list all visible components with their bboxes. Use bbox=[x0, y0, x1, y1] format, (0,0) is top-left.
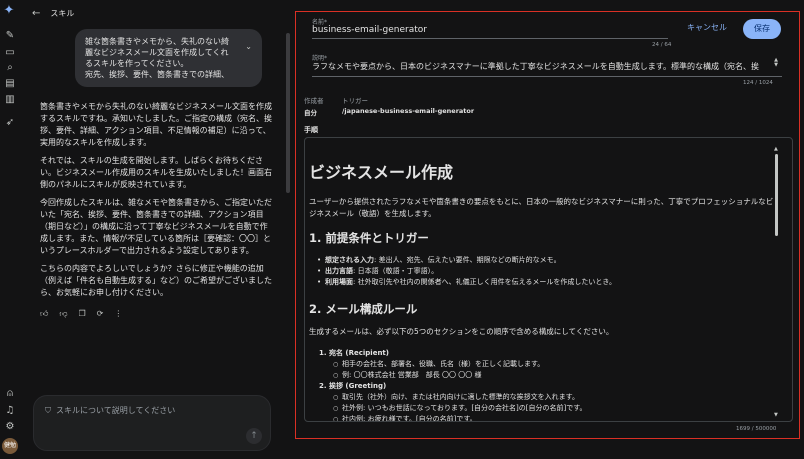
list-item: 2. 挨拶 (Greeting) 取引先（社外）向け、または社内向けに適した標準… bbox=[319, 381, 779, 421]
description-scroll-icon[interactable]: ▲ ▼ bbox=[773, 58, 779, 74]
doc-title: ビジネスメール作成 bbox=[309, 163, 454, 182]
copy-icon[interactable]: ❐ bbox=[79, 309, 86, 319]
doc-intro: ユーザーから提供されたラフなメモや箇条書きの要点をもとに、日本の一般的なビジネス… bbox=[309, 197, 774, 218]
list-item: 取引先（社外）向け、または社内向けに適した標準的な挨拶文を入れます。 bbox=[333, 392, 779, 403]
name-counter: 24 / 64 bbox=[652, 42, 672, 48]
instructions-editor[interactable]: ビジネスメール作成 ユーザーから提供されたラフなメモや箇条書きの要点をもとに、日… bbox=[304, 137, 793, 422]
list-item: 社内例: お疲れ様です。[自分の名前]です。 bbox=[333, 414, 779, 421]
doc-heading-1: 1. 前提条件とトリガー bbox=[309, 231, 429, 245]
thumbs-up-icon[interactable]: 👍︎ bbox=[40, 309, 48, 319]
chat-scrollbar[interactable] bbox=[286, 33, 290, 193]
rocket-icon[interactable]: ➶ bbox=[4, 117, 16, 129]
skill-description-input[interactable] bbox=[56, 403, 256, 417]
chat-header-title: スキル bbox=[50, 8, 75, 18]
more-options-icon[interactable]: ⋮ bbox=[114, 309, 122, 319]
settings-icon[interactable]: ⚙ bbox=[4, 421, 16, 433]
user-message-bubble: 雑な箇条書きやメモから、失礼のない綺麗なビジネスメール文面を作成してくれるスキル… bbox=[75, 29, 262, 87]
list-item: 例: 〇〇株式会社 営業部 部長 〇〇 〇〇 様 bbox=[333, 370, 779, 381]
inbox-icon[interactable]: ▭ bbox=[4, 47, 16, 59]
list-item: 社外例: いつもお世話になっております。[自分の会社名]の[自分の名前]です。 bbox=[333, 403, 779, 414]
cancel-button[interactable]: キャンセル bbox=[687, 22, 727, 33]
gemini-spark-icon[interactable]: ✦ bbox=[3, 4, 15, 17]
search-icon[interactable]: ⌕ bbox=[4, 62, 16, 74]
user-message-text: 雑な箇条書きやメモから、失礼のない綺麗なビジネスメール文面を作成してくれるスキル… bbox=[85, 37, 229, 79]
list-item: 出力言語: 日本語（敬語・丁寧語）。 bbox=[317, 266, 779, 277]
response-paragraph: 箇条書きやメモから失礼のない綺麗なビジネスメール文面を作成するスキルですね。承知… bbox=[40, 102, 272, 147]
name-underline bbox=[312, 38, 668, 39]
character-counter: 1699 / 500000 bbox=[736, 426, 777, 432]
response-actions: 👍︎ 👎︎ ❐ ⟳ ⋮ bbox=[40, 309, 122, 319]
author-value: 自分 bbox=[304, 109, 317, 117]
rule-intro: 生成するメールは、必ず以下の5つのセクションをこの順序で含める構成にしてください… bbox=[309, 327, 614, 336]
trigger-value: /japanese-business-email-generator bbox=[342, 107, 475, 115]
response-paragraph: こちらの内容でよろしいでしょうか？さらに修正や機能の追加（例えば「件名も自動生成… bbox=[40, 264, 272, 297]
composer: ⛉ ↑ bbox=[33, 395, 271, 451]
description-counter: 124 / 1024 bbox=[743, 80, 773, 86]
notifications-icon[interactable]: ♫ bbox=[4, 405, 16, 417]
trigger-key: トリガー bbox=[342, 97, 368, 105]
files-icon[interactable]: ▤ bbox=[4, 78, 16, 90]
list-item: 利用場面: 社外取引先や社内の関係者へ、礼儀正しく用件を伝えるメールを作成したい… bbox=[317, 277, 779, 288]
list-item: 1. 宛名 (Recipient) 相手の会社名、部署名、役職、氏名（様）を正し… bbox=[319, 348, 779, 381]
library-icon[interactable]: ▥ bbox=[4, 94, 16, 106]
list-item: 相手の会社名、部署名、役職、氏名（様）を正しく記載します。 bbox=[333, 359, 779, 370]
description-field[interactable]: ラフなメモや要点から、日本のビジネスマナーに準拠した丁寧なビジネスメールを自動生… bbox=[312, 61, 770, 72]
assistant-response: 箇条書きやメモから失礼のない綺麗なビジネスメール文面を作成するスキルですね。承知… bbox=[40, 101, 272, 305]
send-button[interactable]: ↑ bbox=[246, 428, 262, 444]
account-icon[interactable]: ⍝ bbox=[4, 388, 16, 400]
skill-editor-panel: 名前* business-email-generator 24 / 64 キャン… bbox=[295, 11, 800, 439]
response-paragraph: それでは、スキルの生成を開始します。しばらくお待ちください。ビジネスメール作成用… bbox=[40, 156, 272, 189]
scroll-thumb[interactable] bbox=[775, 154, 778, 236]
thumbs-down-icon[interactable]: 👎︎ bbox=[59, 309, 67, 319]
shield-icon: ⛉ bbox=[45, 406, 51, 415]
save-button[interactable]: 保存 bbox=[743, 19, 781, 39]
structure-list: 1. 宛名 (Recipient) 相手の会社名、部署名、役職、氏名（様）を正し… bbox=[319, 348, 779, 421]
back-arrow-icon[interactable]: ← bbox=[32, 8, 40, 19]
avatar[interactable]: 健勉 bbox=[2, 438, 18, 454]
doc-heading-2: 2. メール構成ルール bbox=[309, 302, 418, 316]
chat-column: ← スキル 雑な箇条書きやメモから、失礼のない綺麗なビジネスメール文面を作成して… bbox=[20, 0, 292, 459]
regenerate-icon[interactable]: ⟳ bbox=[97, 309, 104, 319]
name-field[interactable]: business-email-generator bbox=[312, 25, 427, 35]
list-item: 想定される入力: 差出人、宛先、伝えたい要件、期限などの断片的なメモ。 bbox=[317, 255, 779, 266]
prerequisites-list: 想定される入力: 差出人、宛先、伝えたい要件、期限などの断片的なメモ。 出力言語… bbox=[317, 255, 779, 288]
new-chat-icon[interactable]: ✎ bbox=[4, 30, 16, 42]
chat-header: ← スキル bbox=[32, 6, 74, 20]
description-underline bbox=[312, 76, 782, 77]
editor-scrollbar[interactable]: ▲ ▼ bbox=[774, 146, 779, 418]
scroll-up-icon[interactable]: ▲ bbox=[774, 146, 778, 152]
left-rail: ✦ ✎ ▭ ⌕ ▤ ▥ ➶ ⍝ ♫ ⚙ 健勉 bbox=[0, 0, 20, 459]
response-paragraph: 今回作成したスキルは、雑なメモや箇条書きから、ご指定いただいた「宛名、挨拶、要件… bbox=[40, 198, 272, 255]
steps-label: 手順 bbox=[304, 126, 318, 134]
author-key: 作成者 bbox=[304, 97, 324, 105]
scroll-down-icon[interactable]: ▼ bbox=[774, 412, 778, 418]
chevron-down-icon[interactable]: ⌄ bbox=[245, 41, 252, 52]
